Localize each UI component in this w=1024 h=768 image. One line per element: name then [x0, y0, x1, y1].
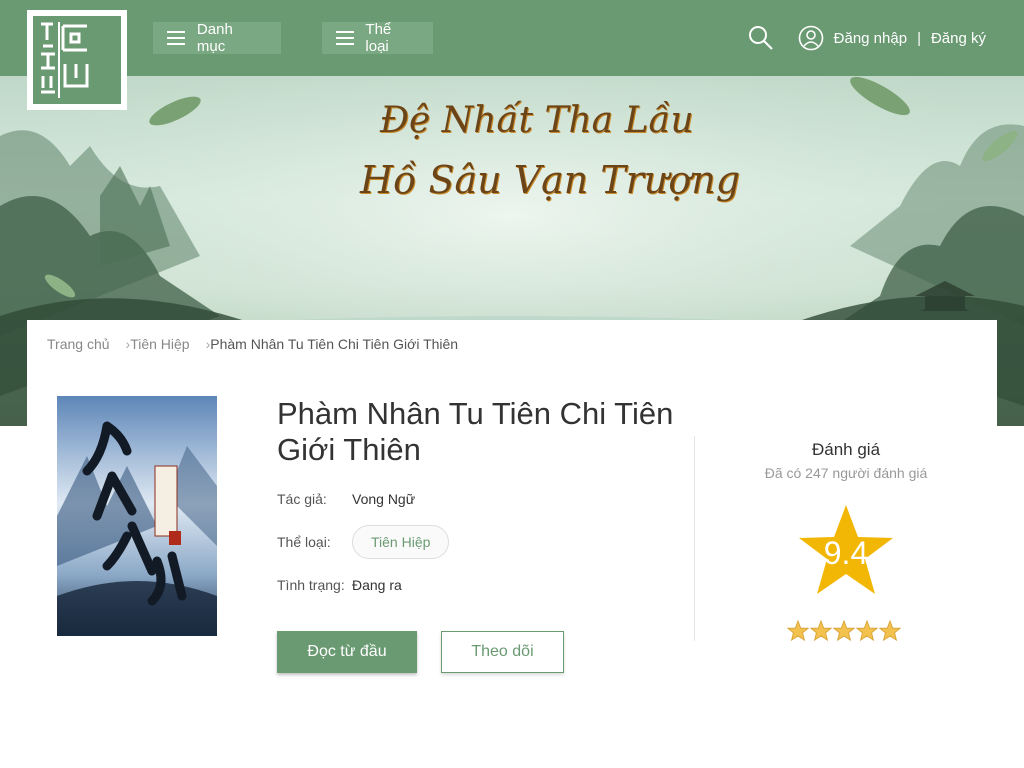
- vertical-divider: [694, 436, 695, 641]
- star-icon[interactable]: [878, 619, 902, 642]
- search-icon[interactable]: [748, 25, 774, 51]
- register-link[interactable]: Đăng ký: [931, 30, 986, 47]
- user-icon: [798, 25, 824, 51]
- nav-genres-button[interactable]: Thể loại: [322, 21, 433, 55]
- nav-genres-label: Thể loại: [365, 21, 392, 55]
- rating-score: 9.4: [823, 535, 869, 571]
- star-icon[interactable]: [809, 619, 833, 642]
- header-account: Đăng nhập | Đăng ký: [748, 22, 986, 54]
- star-icon[interactable]: [855, 619, 879, 642]
- rating-stars[interactable]: [786, 619, 902, 642]
- breadcrumb: Trang chủ › Tiên Hiệp › Phàm Nhân Tu Tiê…: [47, 336, 458, 352]
- star-icon[interactable]: [832, 619, 856, 642]
- rating-title: Đánh giá: [811, 440, 881, 459]
- genre-tag[interactable]: Tiên Hiệp: [352, 525, 450, 559]
- author-row: Tác giả: Vong Ngữ: [277, 491, 415, 507]
- banner-title-line2: Hồ Sâu Vạn Trượng: [360, 158, 741, 202]
- breadcrumb-genre[interactable]: Tiên Hiệp: [130, 336, 189, 352]
- book-cover[interactable]: [57, 396, 217, 636]
- genre-row: Thể loại: Tiên Hiệp: [277, 525, 450, 559]
- rating-count: Đã có 247 người đánh giá: [764, 465, 928, 481]
- star-icon[interactable]: [786, 619, 810, 642]
- site-logo[interactable]: [27, 10, 127, 110]
- breadcrumb-home[interactable]: Trang chủ: [47, 336, 110, 352]
- status-value: Đang ra: [352, 577, 402, 593]
- genre-label: Thể loại:: [277, 534, 331, 550]
- author-link[interactable]: Vong Ngữ: [352, 491, 415, 507]
- nav-categories-label: Danh mục: [196, 21, 233, 55]
- menu-icon: [336, 31, 354, 45]
- nav-categories-button[interactable]: Danh mục: [153, 21, 281, 55]
- read-from-start-button[interactable]: Đọc từ đầu: [277, 631, 417, 673]
- rating-score-star-icon: 9.4: [796, 503, 896, 598]
- status-label: Tình trạng:: [277, 577, 345, 593]
- banner-title-line1: Đệ Nhất Tha Lầu: [380, 100, 694, 141]
- banner-calligraphy: Đệ Nhất Tha Lầu Hồ Sâu Vạn Trượng: [350, 86, 740, 226]
- separator: |: [917, 29, 921, 47]
- menu-icon: [167, 31, 185, 45]
- follow-button[interactable]: Theo dõi: [441, 631, 564, 673]
- login-link[interactable]: Đăng nhập: [834, 30, 907, 47]
- breadcrumb-current: Phàm Nhân Tu Tiên Chi Tiên Giới Thiên: [210, 336, 459, 352]
- status-row: Tình trạng: Đang ra: [277, 577, 402, 593]
- book-title: Phàm Nhân Tu Tiên Chi Tiên Giới Thiên: [277, 396, 674, 467]
- author-label: Tác giả:: [277, 491, 327, 507]
- book-detail-card: Trang chủ › Tiên Hiệp › Phàm Nhân Tu Tiê…: [27, 320, 997, 768]
- top-header: Danh mục Thể loại Đăng nhập | Đăng ký: [0, 0, 1024, 76]
